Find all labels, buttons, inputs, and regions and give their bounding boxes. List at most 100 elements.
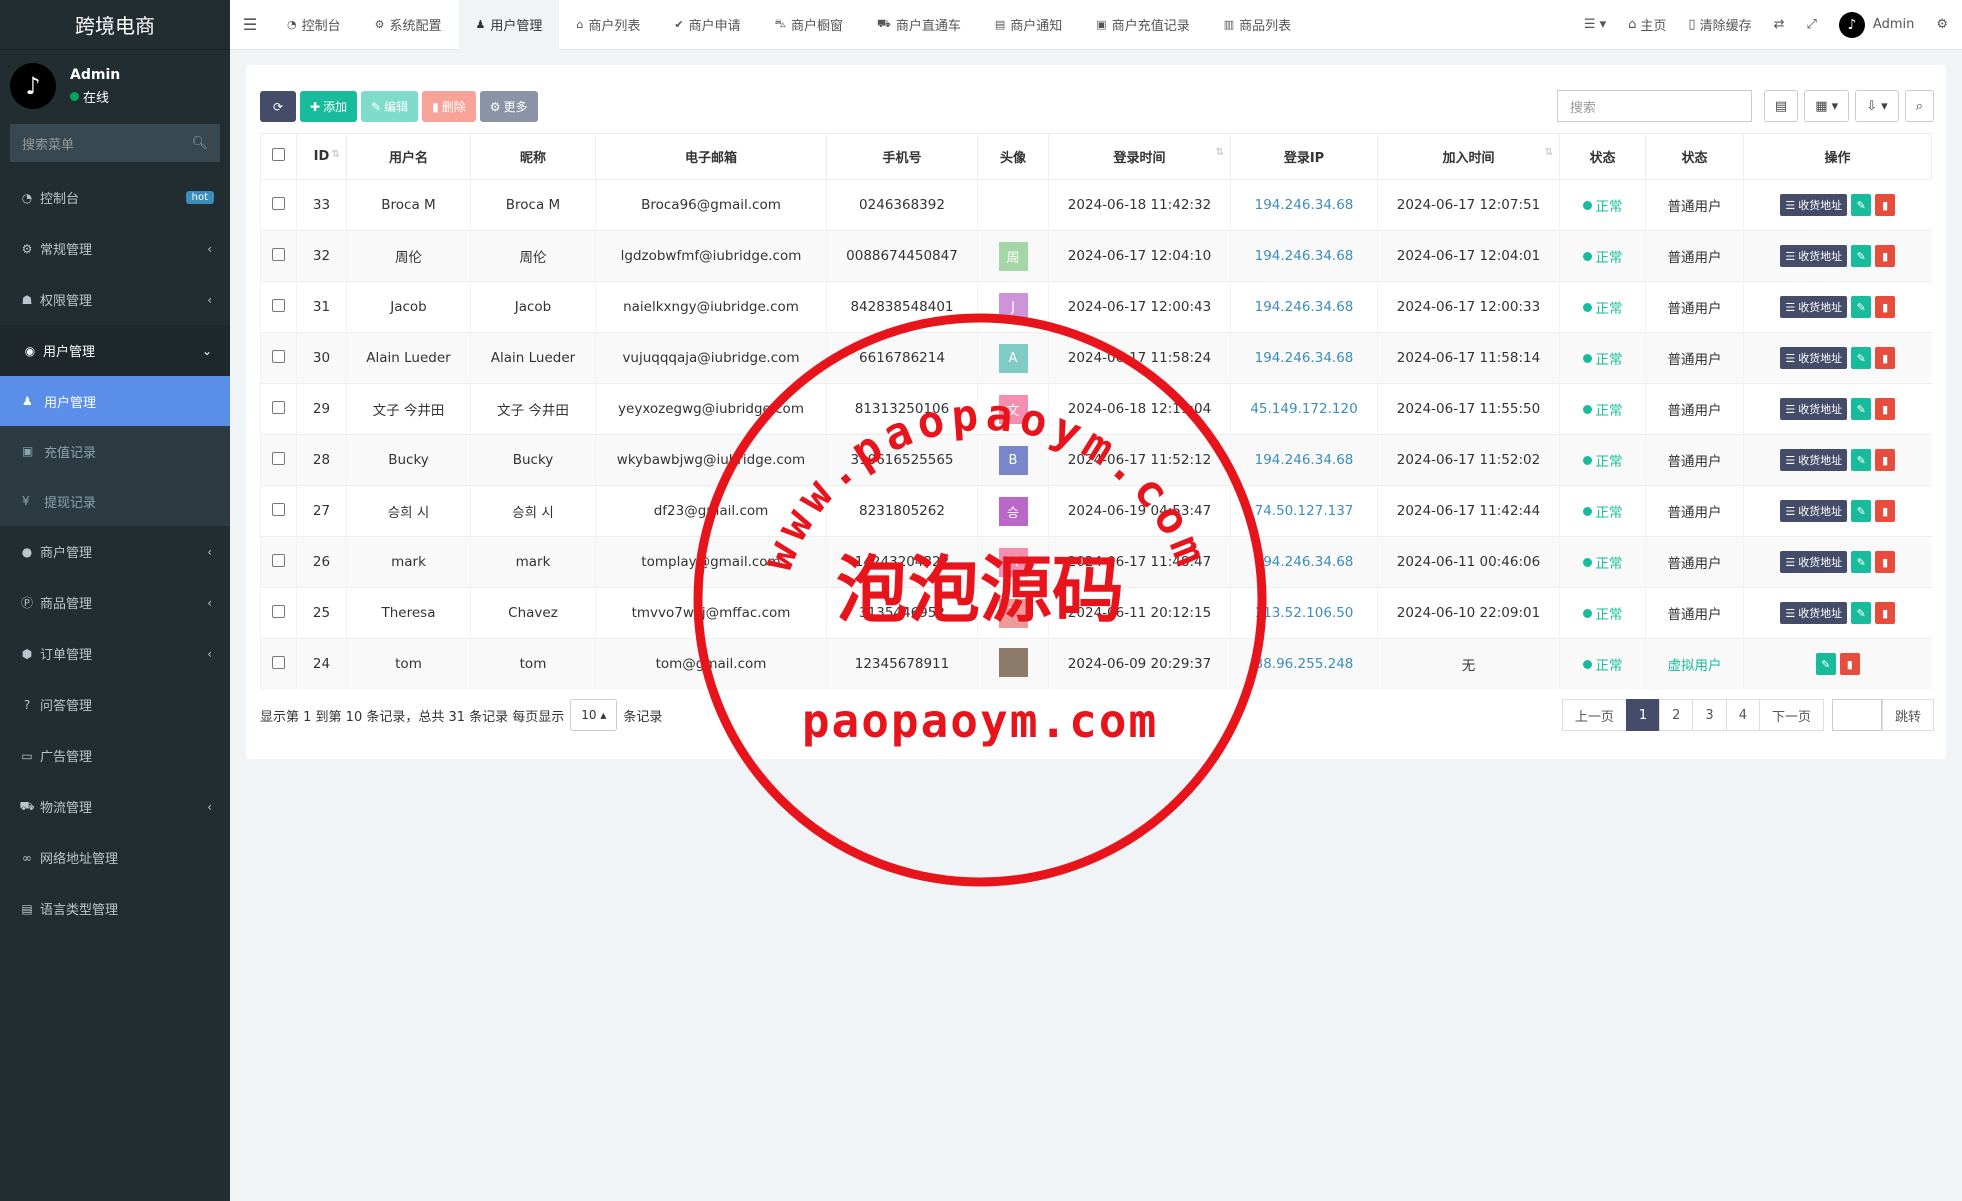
edit-row-button[interactable]: ✎	[1815, 653, 1836, 676]
sidebar-item-9[interactable]: ⛟ 物流管理 ‹	[0, 781, 230, 832]
more-button[interactable]: ⚙ 更多	[479, 91, 538, 122]
app-logo[interactable]: 跨境电商	[0, 0, 230, 50]
edit-row-button[interactable]: ✎	[1851, 500, 1872, 522]
add-button[interactable]: ✚ 添加	[300, 91, 358, 122]
tab-7[interactable]: ▤ 商户通知	[978, 0, 1079, 50]
address-button[interactable]: ☰ 收货地址	[1780, 551, 1848, 573]
translate-icon[interactable]: ⇄	[1763, 17, 1796, 32]
cell-login-ip[interactable]: 113.52.106.50	[1230, 587, 1378, 639]
cell-login-ip[interactable]: 194.246.34.68	[1230, 230, 1378, 282]
sidebar-item-10[interactable]: ∞ 网络地址管理	[0, 832, 230, 883]
tab-9[interactable]: ▥ 商品列表	[1207, 0, 1308, 50]
sidebar-toggle-icon[interactable]: ☰	[230, 15, 270, 34]
edit-row-button[interactable]: ✎	[1851, 194, 1872, 216]
sidebar-item-1[interactable]: ⚙ 常规管理 ‹	[0, 223, 230, 274]
address-button[interactable]: ☰ 收货地址	[1780, 194, 1848, 216]
tab-3[interactable]: ⌂ 商户列表	[559, 0, 657, 50]
cell-login-ip[interactable]: 45.149.172.120	[1230, 383, 1378, 435]
search-icon[interactable]: 🔍︎	[191, 136, 208, 151]
next-page-button[interactable]: 下一页	[1758, 699, 1824, 731]
home-link[interactable]: ⌂ 主页	[1617, 15, 1677, 34]
table-row[interactable]: 28 Bucky Bucky wkybawbjwg@iubridge.com 3…	[260, 434, 1932, 486]
tab-4[interactable]: ✔ 商户申请	[657, 0, 757, 50]
tab-8[interactable]: ▣ 商户充值记录	[1079, 0, 1206, 50]
fullscreen-icon[interactable]: ⤢	[1796, 17, 1828, 32]
columns-icon[interactable]: ▦ ▾	[1804, 90, 1850, 122]
col-id[interactable]: ID ⇅	[296, 133, 347, 180]
row-checkbox[interactable]	[260, 638, 297, 690]
delete-row-button[interactable]: ▮	[1875, 245, 1896, 267]
address-button[interactable]: ☰ 收货地址	[1780, 602, 1848, 624]
edit-row-button[interactable]: ✎	[1851, 398, 1872, 420]
edit-button[interactable]: ✎ 编辑	[361, 91, 419, 122]
delete-row-button[interactable]: ▮	[1875, 194, 1896, 216]
row-checkbox[interactable]	[260, 179, 297, 231]
menu-search-input[interactable]: 搜索菜单 🔍︎	[10, 124, 220, 162]
address-button[interactable]: ☰ 收货地址	[1780, 449, 1848, 471]
row-checkbox[interactable]	[260, 383, 297, 435]
delete-row-button[interactable]: ▮	[1839, 653, 1860, 676]
edit-row-button[interactable]: ✎	[1851, 347, 1872, 369]
sidebar-item-8[interactable]: ▭ 广告管理	[0, 730, 230, 781]
table-row[interactable]: 32 周伦 周伦 lgdzobwfmf@iubridge.com 0088674…	[260, 230, 1932, 282]
cell-login-ip[interactable]: 194.246.34.68	[1230, 434, 1378, 486]
tab-2[interactable]: ♟ 用户管理	[458, 0, 560, 50]
page-button-1[interactable]: 1	[1625, 699, 1661, 731]
edit-row-button[interactable]: ✎	[1851, 296, 1872, 318]
delete-row-button[interactable]: ▮	[1875, 398, 1896, 420]
sidebar-item-3[interactable]: ◉ 用户管理 ⌄	[0, 325, 230, 376]
cell-login-ip[interactable]: 194.246.34.68	[1230, 281, 1378, 333]
edit-row-button[interactable]: ✎	[1851, 551, 1872, 573]
cell-login-ip[interactable]: 194.246.34.68	[1230, 179, 1378, 231]
row-checkbox[interactable]	[260, 587, 297, 639]
sidebar-item-6[interactable]: ⬢ 订单管理 ‹	[0, 628, 230, 679]
table-row[interactable]: 25 Theresa Chavez tmvvo7wvj@mffac.com 31…	[260, 587, 1932, 639]
jump-button[interactable]: 跳转	[1881, 699, 1934, 731]
delete-row-button[interactable]: ▮	[1875, 551, 1896, 573]
col-join-time[interactable]: 加入时间 ⇅	[1377, 133, 1560, 180]
sidebar-item-5[interactable]: Ⓟ 商品管理 ‹	[0, 577, 230, 628]
tab-1[interactable]: ⚙ 系统配置	[358, 0, 459, 50]
page-size-select[interactable]: 10 ▴	[570, 699, 618, 731]
page-button-2[interactable]: 2	[1659, 699, 1694, 731]
table-row[interactable]: 30 Alain Lueder Alain Lueder vujuqqqaja@…	[260, 332, 1932, 384]
row-checkbox[interactable]	[260, 332, 297, 384]
search-icon[interactable]: ⌕	[1904, 90, 1934, 122]
address-button[interactable]: ☰ 收货地址	[1780, 500, 1848, 522]
page-button-4[interactable]: 4	[1725, 699, 1760, 731]
address-button[interactable]: ☰ 收货地址	[1780, 347, 1848, 369]
delete-row-button[interactable]: ▮	[1875, 347, 1896, 369]
clear-cache-button[interactable]: ▯ 清除缓存	[1677, 15, 1762, 34]
table-row[interactable]: 24 tom tom tom@gmail.com 12345678911 202…	[260, 638, 1932, 690]
sidebar-item-0[interactable]: ◔ 控制台 hot	[0, 172, 230, 223]
table-row[interactable]: 27 승희 시 승희 시 df23@gmail.com 8231805262 승…	[260, 485, 1932, 537]
menu-dropdown-icon[interactable]: ☰ ▾	[1573, 17, 1617, 32]
cell-login-ip[interactable]: 38.96.255.248	[1230, 638, 1378, 690]
cell-login-ip[interactable]: 74.50.127.137	[1230, 485, 1378, 537]
delete-row-button[interactable]: ▮	[1875, 449, 1896, 471]
prev-page-button[interactable]: 上一页	[1561, 699, 1627, 731]
address-button[interactable]: ☰ 收货地址	[1780, 245, 1848, 267]
edit-row-button[interactable]: ✎	[1851, 449, 1872, 471]
refresh-button[interactable]: ⟳	[260, 91, 296, 122]
tab-0[interactable]: ◔ 控制台	[270, 0, 358, 50]
cell-login-ip[interactable]: 194.246.34.68	[1230, 332, 1378, 384]
admin-menu[interactable]: ♪ Admin	[1828, 11, 1925, 38]
table-search-input[interactable]: 搜索	[1556, 90, 1752, 122]
table-row[interactable]: 31 Jacob Jacob naielkxngy@iubridge.com 8…	[260, 281, 1932, 333]
sidebar-subitem-0[interactable]: ♟ 用户管理	[0, 376, 230, 426]
row-checkbox[interactable]	[260, 230, 297, 282]
sidebar-item-4[interactable]: ● 商户管理 ‹	[0, 526, 230, 577]
cell-login-ip[interactable]: 194.246.34.68	[1230, 536, 1378, 588]
delete-row-button[interactable]: ▮	[1875, 296, 1896, 318]
row-checkbox[interactable]	[260, 485, 297, 537]
row-checkbox[interactable]	[260, 434, 297, 486]
delete-row-button[interactable]: ▮	[1875, 602, 1896, 624]
settings-gear-icon[interactable]: ⚙	[1925, 17, 1962, 32]
tab-5[interactable]: ⛍ 商户橱窗	[758, 0, 860, 50]
delete-button[interactable]: ▮ 删除	[422, 91, 476, 122]
table-row[interactable]: 26 mark mark tomplay@gmail.com 142432043…	[260, 536, 1932, 588]
sidebar-item-11[interactable]: ▤ 语言类型管理	[0, 883, 230, 934]
address-button[interactable]: ☰ 收货地址	[1780, 296, 1848, 318]
tab-6[interactable]: ⛟ 商户直通车	[860, 0, 978, 50]
